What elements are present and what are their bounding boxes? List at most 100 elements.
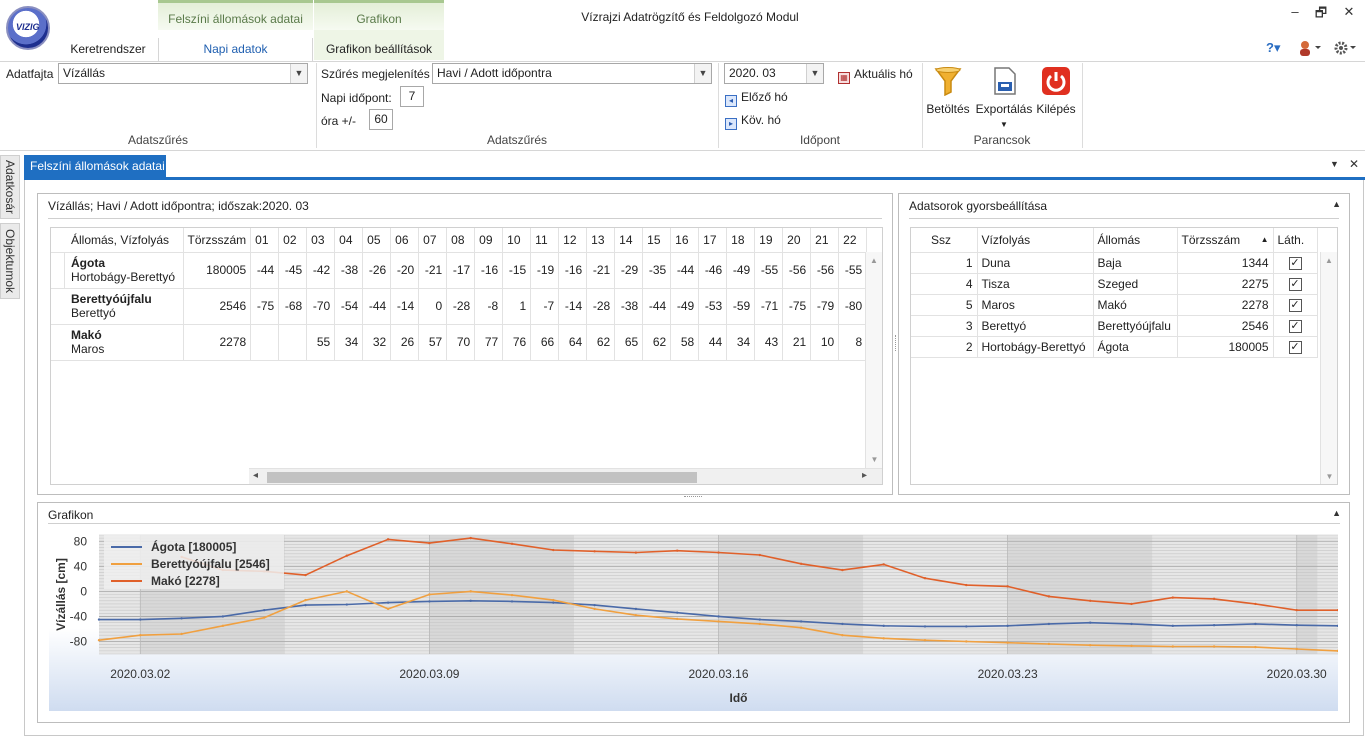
- value-cell[interactable]: 58: [670, 324, 700, 361]
- column-header[interactable]: 11: [530, 228, 560, 253]
- adatfajta-select[interactable]: Vízállás ▼: [58, 63, 308, 84]
- visibility-checkbox[interactable]: ✓: [1288, 320, 1302, 333]
- chevron-up-icon[interactable]: ▲: [866, 256, 882, 265]
- sort-ascending-icon[interactable]: ▲: [1261, 235, 1269, 244]
- visibility-cell[interactable]: ✓: [1273, 273, 1318, 295]
- visibility-checkbox[interactable]: ✓: [1288, 278, 1302, 291]
- value-cell[interactable]: -14: [558, 288, 588, 325]
- value-cell[interactable]: 34: [726, 324, 756, 361]
- value-cell[interactable]: -44: [670, 252, 700, 289]
- value-cell[interactable]: -49: [726, 252, 756, 289]
- value-cell[interactable]: -38: [614, 288, 644, 325]
- kov-ho-button[interactable]: ▸ Köv. hó: [725, 111, 781, 130]
- value-cell[interactable]: -42: [306, 252, 336, 289]
- value-cell[interactable]: -7: [530, 288, 560, 325]
- value-cell[interactable]: 66: [530, 324, 560, 361]
- value-cell[interactable]: -80: [838, 288, 868, 325]
- value-cell[interactable]: -21: [418, 252, 448, 289]
- value-cell[interactable]: -54: [334, 288, 364, 325]
- column-header[interactable]: 02: [278, 228, 308, 253]
- value-cell[interactable]: -44: [642, 288, 672, 325]
- value-cell[interactable]: -59: [726, 288, 756, 325]
- value-cell[interactable]: -45: [278, 252, 308, 289]
- value-cell[interactable]: 26: [390, 324, 420, 361]
- vertical-scrollbar[interactable]: ▲ ▼: [865, 252, 882, 468]
- column-header[interactable]: Ssz: [911, 228, 978, 253]
- chevron-down-icon[interactable]: ▼: [866, 455, 882, 464]
- column-header[interactable]: Törzsszám: [183, 228, 252, 253]
- value-cell[interactable]: -70: [306, 288, 336, 325]
- value-cell[interactable]: 55: [306, 324, 336, 361]
- column-header[interactable]: 21: [810, 228, 840, 253]
- ora-input[interactable]: 60: [369, 109, 393, 130]
- value-cell[interactable]: -75: [782, 288, 812, 325]
- table-row[interactable]: 5 Maros Makó 2278 ✓: [911, 294, 1318, 316]
- help-icon[interactable]: ?▾: [1266, 40, 1280, 56]
- settings-icon[interactable]: [1334, 40, 1358, 56]
- tab-napi-adatok[interactable]: Napi adatok: [158, 38, 313, 62]
- value-cell[interactable]: -21: [586, 252, 616, 289]
- sidebar-item-objektumok[interactable]: Objektumok: [0, 223, 20, 299]
- value-cell[interactable]: 1: [502, 288, 532, 325]
- column-header[interactable]: 09: [474, 228, 504, 253]
- column-header[interactable]: 14: [614, 228, 644, 253]
- table-row[interactable]: Makó Maros 2278 55 34 32 26 57 70 77 76 66 64 62 65 62 5…: [51, 324, 868, 361]
- value-cell[interactable]: 21: [782, 324, 812, 361]
- kilepes-button[interactable]: Kilépés: [1036, 66, 1076, 132]
- user-icon[interactable]: [1298, 40, 1321, 56]
- column-header[interactable]: Láth.: [1273, 228, 1318, 253]
- collapse-icon[interactable]: ▲: [1332, 199, 1341, 209]
- value-cell[interactable]: -35: [642, 252, 672, 289]
- value-cell[interactable]: -28: [586, 288, 616, 325]
- value-cell[interactable]: 43: [754, 324, 784, 361]
- visibility-checkbox[interactable]: ✓: [1288, 299, 1302, 312]
- column-header[interactable]: 18: [726, 228, 756, 253]
- value-cell[interactable]: -71: [754, 288, 784, 325]
- value-cell[interactable]: -49: [670, 288, 700, 325]
- minimize-button[interactable]: –: [1283, 4, 1307, 20]
- horizontal-scrollbar[interactable]: ◂ ▸: [249, 468, 882, 484]
- tab-dropdown-icon[interactable]: ▼: [1330, 159, 1339, 169]
- column-header[interactable]: Állomás, Vízfolyás: [51, 228, 184, 253]
- szures-select[interactable]: Havi / Adott időpontra ▼: [432, 63, 712, 84]
- splitter-handle[interactable]: [895, 335, 897, 351]
- value-cell[interactable]: -68: [278, 288, 308, 325]
- value-cell[interactable]: 32: [362, 324, 392, 361]
- visibility-checkbox[interactable]: ✓: [1288, 341, 1302, 354]
- value-cell[interactable]: 76: [502, 324, 532, 361]
- exportalas-button[interactable]: Exportálás ▼: [974, 66, 1034, 132]
- value-cell[interactable]: -44: [362, 288, 392, 325]
- table-row[interactable]: 1 Duna Baja 1344 ✓: [911, 252, 1318, 274]
- value-cell[interactable]: [278, 324, 308, 361]
- table-row[interactable]: 3 Berettyó Berettyóújfalu 2546 ✓: [911, 315, 1318, 337]
- column-header[interactable]: 03: [306, 228, 336, 253]
- value-cell[interactable]: -8: [474, 288, 504, 325]
- tab-keretrendszer[interactable]: Keretrendszer: [60, 38, 156, 60]
- value-cell[interactable]: -38: [334, 252, 364, 289]
- value-cell[interactable]: -16: [558, 252, 588, 289]
- document-tab[interactable]: Felszíni állomások adatai: [24, 155, 166, 177]
- table-row[interactable]: 2 Hortobágy-Berettyó Ágota 180005 ✓: [911, 336, 1318, 358]
- value-cell[interactable]: -44: [250, 252, 280, 289]
- value-cell[interactable]: -56: [782, 252, 812, 289]
- chevron-left-icon[interactable]: ◂: [253, 470, 258, 481]
- column-header[interactable]: 04: [334, 228, 364, 253]
- column-header[interactable]: 20: [782, 228, 812, 253]
- value-cell[interactable]: 10: [810, 324, 840, 361]
- collapse-icon[interactable]: ▲: [1332, 508, 1341, 518]
- visibility-cell[interactable]: ✓: [1273, 294, 1318, 316]
- column-header[interactable]: 17: [698, 228, 728, 253]
- value-cell[interactable]: [250, 324, 280, 361]
- value-cell[interactable]: -15: [502, 252, 532, 289]
- chevron-right-icon[interactable]: ▸: [862, 470, 867, 481]
- chevron-down-icon[interactable]: ▼: [806, 64, 823, 83]
- value-cell[interactable]: -75: [250, 288, 280, 325]
- visibility-cell[interactable]: ✓: [1273, 315, 1318, 337]
- column-header[interactable]: 15: [642, 228, 672, 253]
- value-cell[interactable]: -55: [838, 252, 868, 289]
- elozo-ho-button[interactable]: ◂ Előző hó: [725, 88, 788, 107]
- scrollbar-thumb[interactable]: [267, 472, 697, 483]
- column-header[interactable]: 06: [390, 228, 420, 253]
- value-cell[interactable]: -79: [810, 288, 840, 325]
- value-cell[interactable]: 57: [418, 324, 448, 361]
